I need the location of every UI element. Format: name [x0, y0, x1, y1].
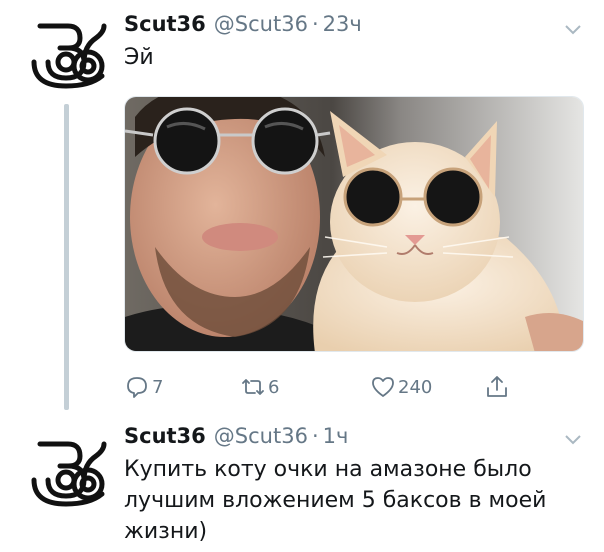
reply-button[interactable]: 7: [124, 372, 163, 402]
handle[interactable]: @Scut36: [214, 12, 308, 36]
like-button[interactable]: 240: [370, 372, 432, 402]
separator: ·: [311, 424, 319, 448]
like-count: 240: [398, 376, 433, 398]
chevron-down-icon[interactable]: [564, 24, 582, 36]
photo-man-and-cat-icon: [125, 97, 583, 351]
retweet-button[interactable]: 6: [240, 372, 279, 402]
reply-icon: [127, 377, 147, 398]
retweet-count: 6: [268, 376, 280, 398]
heart-icon: [372, 377, 394, 397]
display-name[interactable]: Scut36: [124, 12, 206, 36]
timestamp[interactable]: 23ч: [323, 12, 362, 36]
tweet[interactable]: Scut36 @Scut36 · 1ч Купить коту очки на …: [0, 410, 604, 552]
avatar[interactable]: [28, 430, 108, 510]
thread-line: [64, 104, 69, 410]
tweet[interactable]: Scut36 @Scut36 · 23ч Эй 7 6 240: [0, 0, 604, 410]
chevron-down-icon[interactable]: [564, 434, 582, 446]
reply-count: 7: [152, 376, 164, 398]
tweet-text: Купить коту очки на амазоне было лучшим …: [124, 457, 547, 544]
tweet-actions: 7 6 240: [124, 372, 544, 402]
share-button[interactable]: [484, 372, 510, 402]
tweet-text: Эй: [124, 45, 154, 70]
handle[interactable]: @Scut36: [214, 424, 308, 448]
tweet-header: Scut36 @Scut36 · 1ч: [124, 424, 348, 448]
avatar[interactable]: [28, 12, 108, 92]
timestamp[interactable]: 1ч: [323, 424, 349, 448]
share-icon: [487, 376, 507, 397]
tweet-photo[interactable]: [124, 96, 584, 352]
tweet-header: Scut36 @Scut36 · 23ч: [124, 12, 362, 36]
retweet-icon: [242, 379, 264, 395]
display-name[interactable]: Scut36: [124, 424, 206, 448]
separator: ·: [311, 12, 319, 36]
